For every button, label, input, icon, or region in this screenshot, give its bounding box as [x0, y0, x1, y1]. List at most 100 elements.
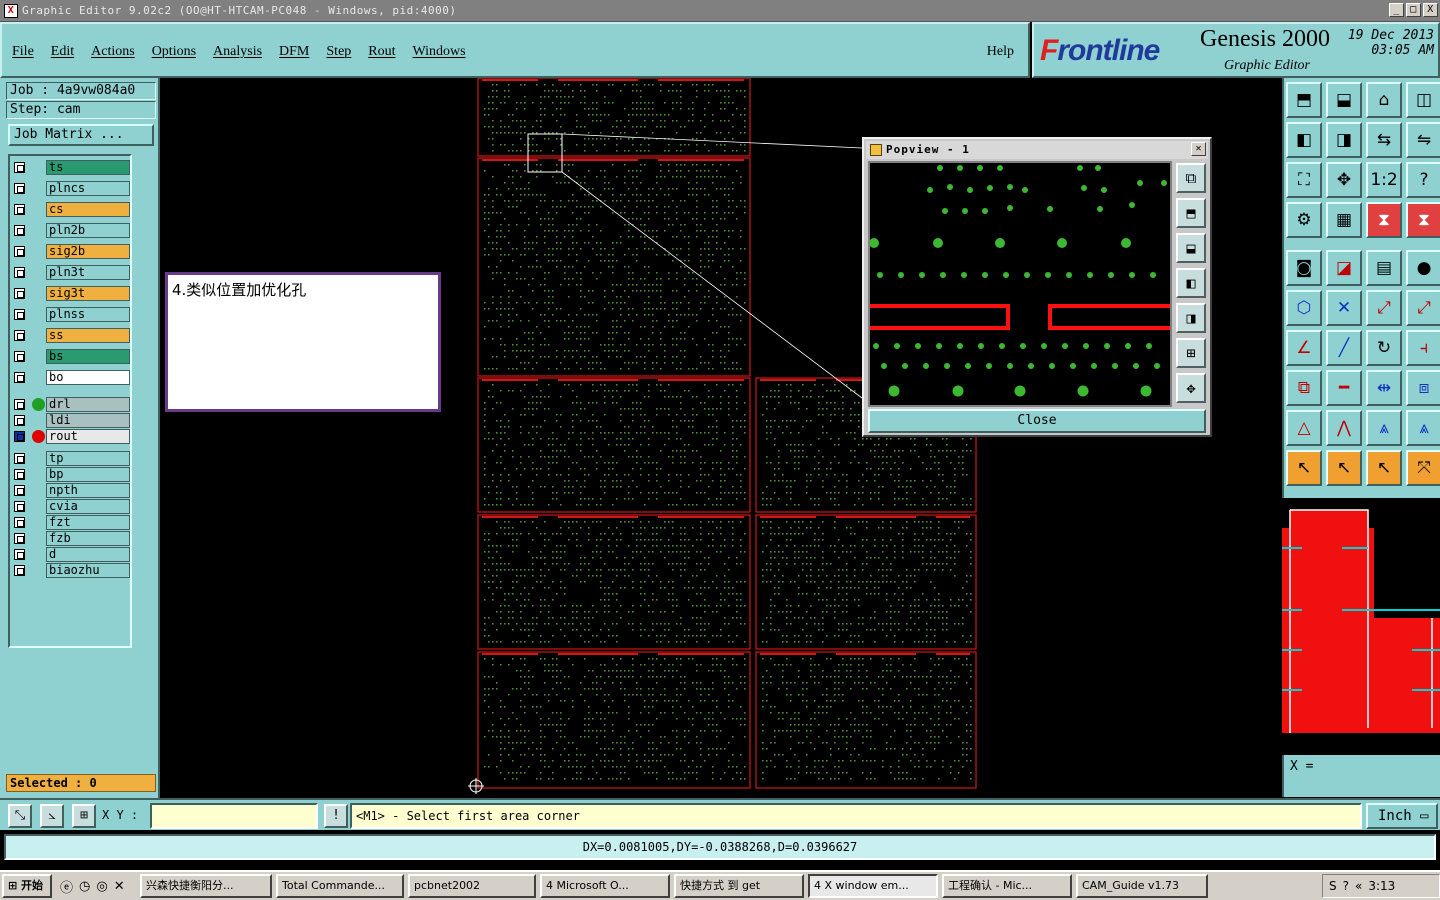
pan-up-icon[interactable]: ⬒	[1176, 198, 1206, 228]
menu-windows[interactable]: Windows	[413, 44, 466, 60]
layer-row-biaozhu[interactable]: biaozhu	[12, 563, 130, 578]
clock-icon[interactable]: ◷	[79, 879, 90, 894]
layer-checkbox[interactable]	[14, 351, 25, 362]
layer-row-sig3t[interactable]: sig3t	[12, 286, 130, 301]
layer-checkbox[interactable]	[14, 372, 25, 383]
mirror-icon[interactable]: ⫞	[1406, 330, 1440, 366]
ie-icon[interactable]: ⓔ	[60, 877, 73, 896]
zoom-out-icon[interactable]: ✥	[1176, 373, 1206, 403]
layer-checkbox[interactable]	[14, 246, 25, 257]
task-button-4[interactable]: 4 Microsoft O...	[540, 874, 670, 898]
pad-icon[interactable]: ●	[1406, 250, 1440, 286]
pan-up-icon[interactable]: ⬒	[1286, 82, 1322, 118]
bar-icon[interactable]: ━	[1326, 370, 1362, 406]
pan-left-icon[interactable]: ◧	[1286, 122, 1322, 158]
layer-name[interactable]: cs	[46, 202, 130, 217]
pan-right-icon[interactable]: ◨	[1326, 122, 1362, 158]
layer-row-bs[interactable]: bs	[12, 349, 130, 364]
rotate-icon[interactable]: ↻	[1366, 330, 1402, 366]
fit-icon[interactable]: ⛶	[1286, 162, 1322, 198]
route-icon[interactable]: ⤧	[1406, 450, 1440, 486]
layer-name[interactable]: rout	[46, 429, 130, 444]
layer-name[interactable]: npth	[46, 483, 130, 498]
layer-name[interactable]: drl	[46, 397, 130, 412]
task-button-2[interactable]: Total Commande...	[276, 874, 404, 898]
job-matrix-button[interactable]: Job Matrix ...	[8, 124, 154, 146]
layer-row-cs[interactable]: cs	[12, 202, 130, 217]
line-icon[interactable]: ⤢	[1366, 290, 1402, 326]
layer-row-bp[interactable]: bp	[12, 467, 130, 482]
pan-right-icon[interactable]: ◨	[1176, 303, 1206, 333]
task-button-6[interactable]: 4 X window em...	[808, 874, 938, 898]
resize-icon[interactable]: ⇹	[1366, 370, 1402, 406]
browser-icon[interactable]: ◎	[96, 879, 107, 894]
layer-name[interactable]: ts	[46, 160, 130, 175]
task-button-8[interactable]: CAM_Guide v1.73	[1076, 874, 1208, 898]
slash-icon[interactable]: ╱	[1326, 330, 1362, 366]
menu-actions[interactable]: Actions	[91, 44, 135, 60]
menu-help[interactable]: Help	[987, 44, 1014, 60]
xy-input[interactable]	[150, 803, 318, 829]
layer-name[interactable]: bp	[46, 467, 130, 482]
layer-checkbox[interactable]	[14, 330, 25, 341]
scale-icon[interactable]: 1:2	[1366, 162, 1402, 198]
task-button-5[interactable]: 快捷方式 到 get	[674, 874, 804, 898]
pan-left-icon[interactable]: ◧	[1176, 268, 1206, 298]
measure-icon[interactable]: ⦣	[40, 804, 64, 828]
task-button-7[interactable]: 工程确认 - Mic...	[942, 874, 1072, 898]
layer-name[interactable]: fzb	[46, 531, 130, 546]
ruler-icon[interactable]: ▤	[1366, 250, 1402, 286]
info-icon[interactable]: !	[324, 804, 348, 828]
menu-dfm[interactable]: DFM	[279, 44, 309, 60]
cross-icon[interactable]: ✕	[1326, 290, 1362, 326]
triangle-icon[interactable]: △	[1286, 410, 1322, 446]
layer-name[interactable]: fzt	[46, 515, 130, 530]
layer-checkbox[interactable]	[14, 415, 25, 426]
layer-row-ts[interactable]: ts	[12, 160, 130, 175]
layer-name[interactable]: bo	[46, 370, 130, 385]
layer-name[interactable]: biaozhu	[46, 563, 130, 578]
task-button-3[interactable]: pcbnet2002	[408, 874, 536, 898]
layer-row-pln3t[interactable]: pln3t	[12, 265, 130, 280]
layer-row-plnss[interactable]: plnss	[12, 307, 130, 322]
layer-row-d[interactable]: d	[12, 547, 130, 562]
arc2-icon[interactable]: ⩓	[1406, 410, 1440, 446]
layer-row-fzt[interactable]: fzt	[12, 515, 130, 530]
grid-toggle-icon[interactable]: ▦	[1326, 202, 1362, 238]
zoom-window-icon[interactable]: ⧉	[1176, 163, 1206, 193]
angle-icon[interactable]: ∠	[1286, 330, 1322, 366]
help-tray-icon[interactable]: ?	[1343, 879, 1349, 893]
layer-row-drl[interactable]: drl	[12, 397, 130, 412]
layer-checkbox[interactable]	[14, 162, 25, 173]
flip-icon[interactable]: ⇋	[1406, 122, 1440, 158]
layer-row-fzb[interactable]: fzb	[12, 531, 130, 546]
connect-icon[interactable]: ⬡	[1286, 290, 1322, 326]
layer-name[interactable]: pln2b	[46, 223, 130, 238]
layer-name[interactable]: pln3t	[46, 265, 130, 280]
line2-icon[interactable]: ⤢	[1406, 290, 1440, 326]
layer-name[interactable]: sig2b	[46, 244, 130, 259]
layer-checkbox[interactable]	[14, 204, 25, 215]
layer-row-sig2b[interactable]: sig2b	[12, 244, 130, 259]
select3-icon[interactable]: ↖	[1366, 450, 1402, 486]
menu-options[interactable]: Options	[152, 44, 196, 60]
layer-row-ldi[interactable]: ldi	[12, 413, 130, 428]
layer-name[interactable]: tp	[46, 451, 130, 466]
xwin-icon[interactable]: ✕	[114, 879, 125, 894]
menu-step[interactable]: Step	[326, 44, 351, 60]
pan-down-icon[interactable]: ⬓	[1176, 233, 1206, 263]
layer-checkbox[interactable]	[14, 267, 25, 278]
peak-icon[interactable]: ⋀	[1326, 410, 1362, 446]
popview-close-button[interactable]: Close	[868, 409, 1206, 433]
layer-name[interactable]: cvia	[46, 499, 130, 514]
split-icon[interactable]: ◫	[1406, 82, 1440, 118]
layer-checkbox[interactable]	[14, 399, 25, 410]
popview-zoom-view[interactable]	[866, 161, 1176, 407]
snap-icon[interactable]: ⤡	[8, 804, 32, 828]
select2-icon[interactable]: ↖	[1326, 450, 1362, 486]
grid-icon[interactable]: ⊞	[72, 804, 96, 828]
layer-checkbox[interactable]	[14, 485, 25, 496]
input-method-icon[interactable]: S	[1329, 879, 1337, 893]
overview-map[interactable]	[1282, 498, 1440, 753]
filter-icon[interactable]: ⧗	[1366, 202, 1402, 238]
